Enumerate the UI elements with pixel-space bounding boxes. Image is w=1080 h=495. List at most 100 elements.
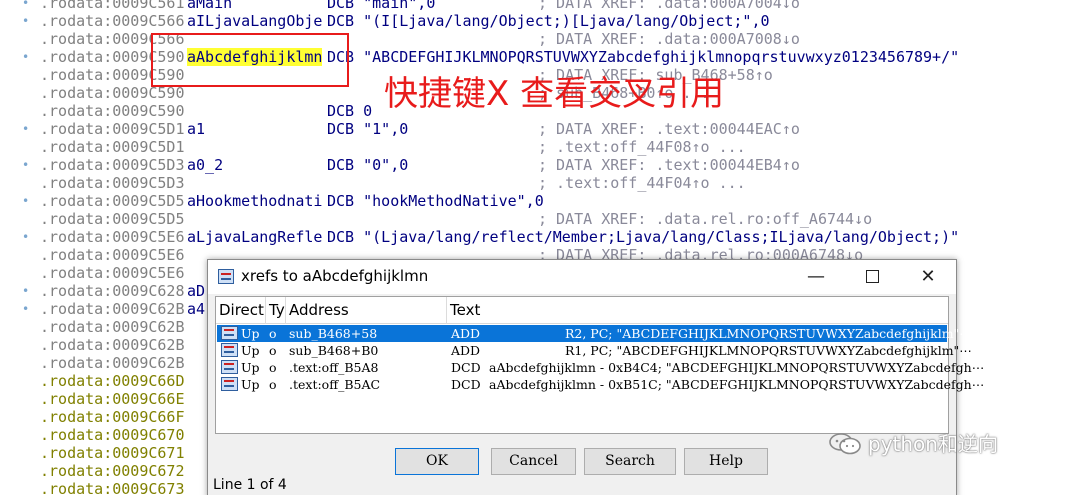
- listing-label[interactable]: a0_2: [187, 156, 223, 174]
- column-header-address[interactable]: Address: [286, 297, 447, 324]
- search-button[interactable]: Search: [584, 448, 676, 475]
- row-opcode: DCD: [451, 360, 481, 375]
- listing-address[interactable]: .rodata:0009C5D5: [40, 192, 185, 210]
- listing-line[interactable]: .rodata:0009C5D3 ; .text:off_44F04↑o ...: [0, 174, 1080, 192]
- column-header-text[interactable]: Text: [447, 297, 948, 324]
- column-header-type[interactable]: Ty: [266, 297, 286, 324]
- row-opcode: DCD: [451, 377, 481, 392]
- listing-address[interactable]: .rodata:0009C62B: [40, 336, 185, 354]
- listing-address[interactable]: .rodata:0009C673: [40, 480, 185, 495]
- row-type: o: [269, 377, 277, 392]
- gutter-dot: •: [22, 122, 30, 136]
- listing-address[interactable]: .rodata:0009C628: [40, 282, 185, 300]
- listing-comment[interactable]: ; DATA XREF: .text:00044EAC↑o: [538, 120, 800, 138]
- listing-line[interactable]: • .rodata:0009C561 aMain DCB "main",0 ; DATA…: [0, 0, 1080, 12]
- listing-label[interactable]: a1: [187, 120, 205, 138]
- row-direction: Up: [241, 343, 260, 358]
- listing-label[interactable]: aLjavaLangRefle: [187, 228, 322, 246]
- close-button[interactable]: ✕: [900, 260, 956, 294]
- listing-address[interactable]: .rodata:0009C66F: [40, 408, 185, 426]
- cancel-button[interactable]: Cancel: [491, 448, 576, 475]
- listing-comment[interactable]: ; DATA XREF: .text:00044EB4↑o: [538, 156, 800, 174]
- row-direction: Up: [241, 326, 260, 341]
- xref-icon: [221, 326, 238, 340]
- gutter-dot: •: [22, 284, 30, 298]
- ok-button[interactable]: OK: [395, 448, 479, 475]
- listing-label[interactable]: aHookmethodnati: [187, 192, 322, 210]
- row-direction: Up: [241, 360, 260, 375]
- listing-address[interactable]: .rodata:0009C5E6: [40, 246, 185, 264]
- xrefs-dialog[interactable]: xrefs to aAbcdefghijklmn — ✕ Direct Ty A…: [207, 259, 984, 495]
- table-row[interactable]: Up o .text:off_B5AC DCD aAbcdefghijklmn - 0x…: [217, 376, 984, 393]
- listing-comment[interactable]: ; .text:off_44F08↑o ...: [538, 138, 746, 156]
- listing-comment[interactable]: ; DATA XREF: .data:000A7008↓o: [538, 30, 800, 48]
- gutter-dot: •: [22, 302, 30, 316]
- row-address: .text:off_B5A8: [289, 360, 379, 375]
- listing-instruction[interactable]: DCB "ABCDEFGHIJKLMNOPQRSTUVWXYZabcdefghi…: [327, 48, 959, 66]
- listing-line[interactable]: .rodata:0009C5D1 ; .text:off_44F08↑o ...: [0, 138, 1080, 156]
- listing-address[interactable]: .rodata:0009C5D1: [40, 120, 185, 138]
- listing-address[interactable]: .rodata:0009C566: [40, 12, 185, 30]
- listing-instruction[interactable]: DCB "0",0: [327, 156, 408, 174]
- listing-comment[interactable]: ; DATA XREF: .data.rel.ro:off_A6744↓o: [538, 210, 872, 228]
- listing-address[interactable]: .rodata:0009C672: [40, 462, 185, 480]
- table-row[interactable]: Up o sub_B468+58 ADD R2, PC; "ABCDEFGHIJKLMN…: [217, 325, 972, 342]
- listing-line[interactable]: • .rodata:0009C566 aILjavaLangObje DCB "(I[…: [0, 12, 1080, 30]
- listing-instruction[interactable]: DCB "(Ljava/lang/reflect/Member;Ljava/la…: [327, 228, 959, 246]
- listing-address[interactable]: .rodata:0009C62B: [40, 354, 185, 372]
- listing-instruction[interactable]: DCB "1",0: [327, 120, 408, 138]
- listing-line[interactable]: • .rodata:0009C5D3 a0_2 DCB "0",0 ; DATA XRE…: [0, 156, 1080, 174]
- listing-address[interactable]: .rodata:0009C5E6: [40, 228, 185, 246]
- row-operands: R2, PC; "ABCDEFGHIJKLMNOPQRSTUVWXYZabcde…: [565, 326, 972, 341]
- listing-address[interactable]: .rodata:0009C590: [40, 102, 185, 120]
- xref-icon: [221, 343, 238, 357]
- maximize-button[interactable]: [844, 260, 900, 294]
- help-button[interactable]: Help: [684, 448, 768, 475]
- listing-address[interactable]: .rodata:0009C62B: [40, 300, 185, 318]
- listing-instruction[interactable]: DCB "(I[Ljava/lang/Object;)[Ljava/lang/O…: [327, 12, 770, 30]
- listing-label[interactable]: aD: [187, 282, 205, 300]
- listing-address[interactable]: .rodata:0009C5D1: [40, 138, 185, 156]
- row-opcode: ADD: [451, 326, 481, 341]
- listing-instruction[interactable]: DCB "main",0: [327, 0, 435, 12]
- row-type: o: [269, 360, 277, 375]
- listing-label[interactable]: aILjavaLangObje: [187, 12, 322, 30]
- dialog-titlebar[interactable]: xrefs to aAbcdefghijklmn — ✕: [208, 260, 956, 294]
- table-row[interactable]: Up o sub_B468+B0 ADD R1, PC; "ABCDEFGHIJKLMN…: [217, 342, 972, 359]
- listing-address[interactable]: .rodata:0009C5D3: [40, 174, 185, 192]
- listing-address[interactable]: .rodata:0009C5D3: [40, 156, 185, 174]
- xref-icon: [221, 377, 238, 391]
- listing-comment[interactable]: ; DATA XREF: .data:000A7004↓o: [538, 0, 800, 12]
- minimize-button[interactable]: —: [788, 260, 844, 294]
- table-row[interactable]: Up o .text:off_B5A8 DCD aAbcdefghijklmn - 0x…: [217, 359, 984, 376]
- row-direction: Up: [241, 377, 260, 392]
- xrefs-table[interactable]: Direct Ty Address Text Up o sub_B468+58 ADD…: [215, 296, 984, 434]
- listing-address[interactable]: .rodata:0009C671: [40, 444, 185, 462]
- listing-line[interactable]: • .rodata:0009C5D5 aHookmethodnati DCB "hoo…: [0, 192, 1080, 210]
- listing-address[interactable]: .rodata:0009C670: [40, 426, 185, 444]
- gutter-dot: •: [22, 50, 30, 64]
- row-text: aAbcdefghijklmn - 0xB4C4; "ABCDEFGHIJKLM…: [489, 360, 985, 375]
- status-text: Line 1 of 4: [213, 477, 287, 493]
- table-header: Direct Ty Address Text: [216, 297, 948, 324]
- listing-line[interactable]: .rodata:0009C5D5 ; DATA XREF: .data.rel.r…: [0, 210, 1080, 228]
- listing-address[interactable]: .rodata:0009C66E: [40, 390, 185, 408]
- listing-line[interactable]: • .rodata:0009C5D1 a1 DCB "1",0 ; DATA XREF:…: [0, 120, 1080, 138]
- column-header-direction[interactable]: Direct: [216, 297, 266, 324]
- listing-address[interactable]: .rodata:0009C561: [40, 0, 185, 12]
- highlight-box: [151, 33, 349, 87]
- gutter-dot: •: [22, 230, 30, 244]
- listing-line[interactable]: • .rodata:0009C5E6 aLjavaLangRefle DCB "(Lj…: [0, 228, 1080, 246]
- listing-address[interactable]: .rodata:0009C5E6: [40, 264, 185, 282]
- row-opcode: ADD: [451, 343, 481, 358]
- listing-instruction[interactable]: DCB "hookMethodNative",0: [327, 192, 544, 210]
- listing-comment[interactable]: ; .text:off_44F04↑o ...: [538, 174, 746, 192]
- listing-label[interactable]: aMain: [187, 0, 232, 12]
- listing-address[interactable]: .rodata:0009C5D5: [40, 210, 185, 228]
- listing-instruction[interactable]: DCB 0: [327, 102, 372, 120]
- listing-address[interactable]: .rodata:0009C66D: [40, 372, 185, 390]
- listing-address[interactable]: .rodata:0009C62B: [40, 318, 185, 336]
- listing-label[interactable]: a4: [187, 300, 205, 318]
- maximize-icon: [865, 270, 879, 283]
- row-type: o: [269, 343, 277, 358]
